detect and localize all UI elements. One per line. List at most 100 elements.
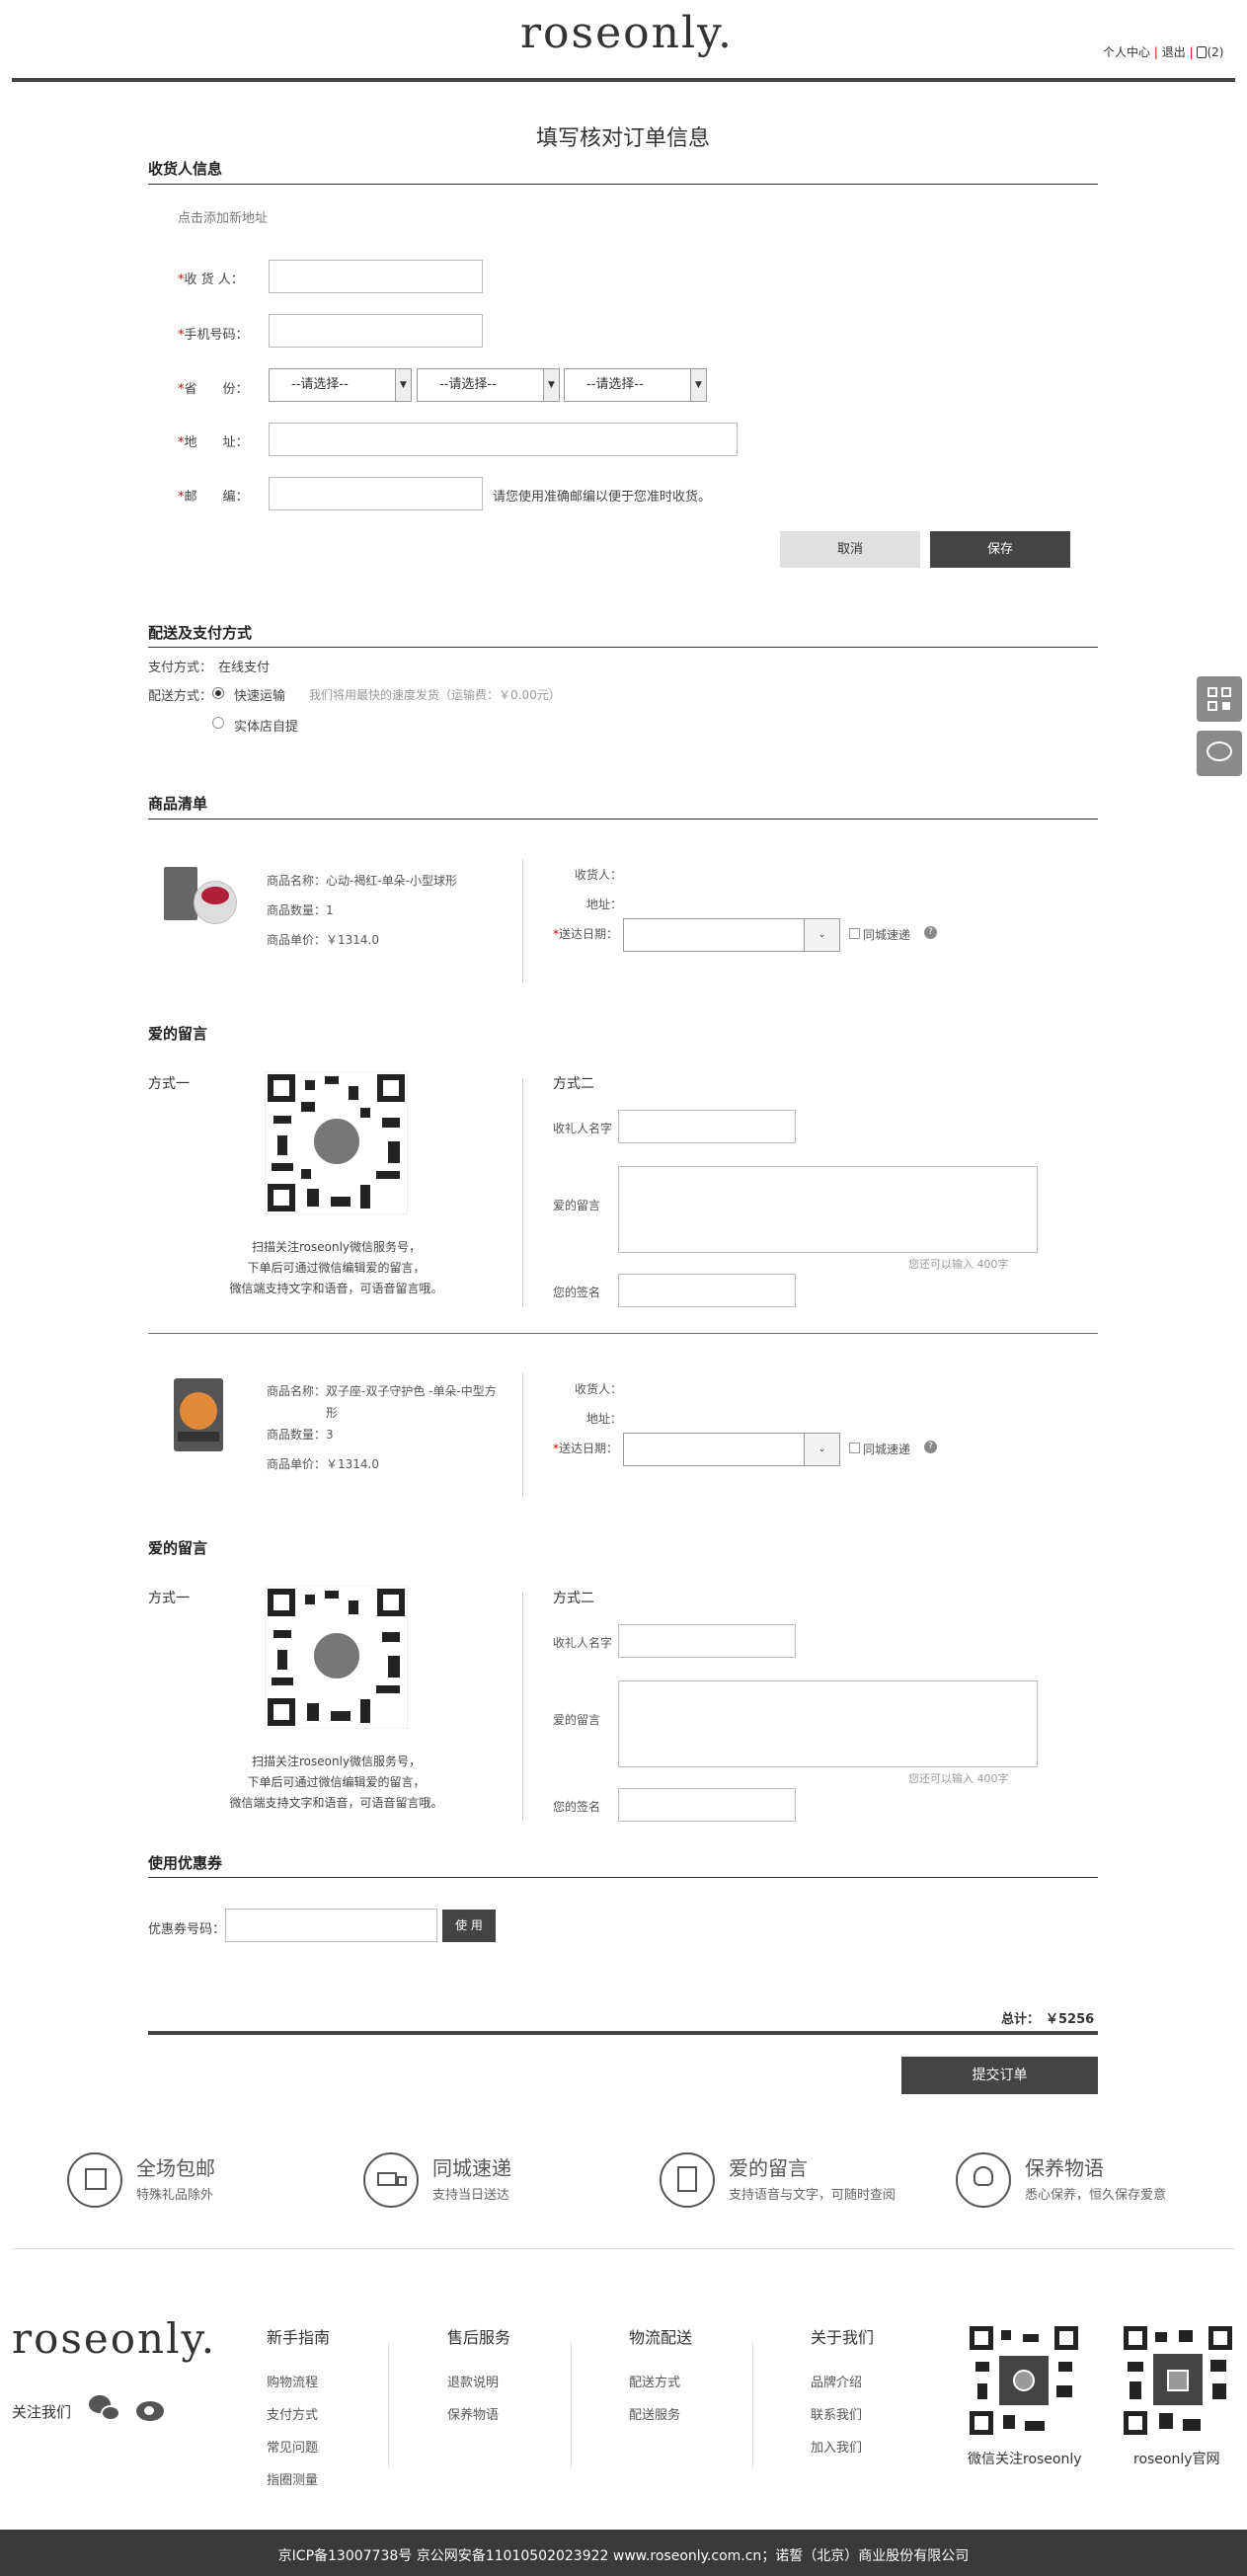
feature-title: 全场包邮 [136,2156,215,2180]
use-coupon-button[interactable]: 使 用 [442,1910,496,1942]
love-message-textarea[interactable] [618,1680,1038,1767]
weibo-icon[interactable] [134,2393,168,2423]
footer-column-title: 新手指南 [267,2328,331,2347]
wechat-follow-qr-code [970,2326,1078,2435]
footer-link[interactable]: 支付方式 [267,2404,330,2423]
qr-caption: 微信关注roseonly [968,2452,1082,2467]
signature-label: 您的签名 [553,1800,601,1814]
wechat-icon[interactable] [89,2395,122,2423]
footer-link[interactable]: 保养物语 [447,2404,510,2423]
box-icon [67,2152,122,2208]
submit-order-button[interactable]: 提交订单 [901,2057,1098,2094]
product-name[interactable]: 商品名称：心动-褐红-单朵-小型球形 [267,866,457,896]
save-button[interactable]: 保存 [930,531,1070,568]
address-label: *地 址： [178,435,249,450]
province-select[interactable]: --请选择-- ▼ [269,368,412,402]
product-image[interactable] [158,1374,241,1457]
same-city-label: 同城速递 [863,1443,911,1456]
express-radio[interactable] [212,687,224,699]
note-icon [660,2152,715,2208]
chevron-down-icon: ▼ [395,369,411,401]
coupon-section-title: 使用优惠券 [148,1854,223,1872]
footer-link[interactable]: 加入我们 [811,2437,874,2456]
address-label: 地址： [586,1412,623,1426]
city-select[interactable]: --请选择-- ▼ [417,368,560,402]
same-city-checkbox[interactable] [849,928,860,939]
rose-logo-icon [311,1630,362,1681]
feature-subtitle: 特殊礼品除外 [136,2188,214,2203]
logout-link[interactable]: 退出 [1162,45,1186,59]
feature-subtitle: 支持语音与文字，可随时查阅 [729,2188,896,2203]
phone-label: *手机号码： [178,328,249,343]
method-two-label: 方式二 [553,1076,594,1092]
help-icon[interactable]: ? [924,926,937,939]
coupon-label: 优惠券号码： [148,1922,226,1937]
coupon-input[interactable] [225,1909,437,1942]
product-price: 商品单价：￥1314.0 [267,933,379,947]
district-select[interactable]: --请选择-- ▼ [564,368,707,402]
recipient-name-label: 收礼人名字 [553,1122,613,1135]
phone-input[interactable] [269,314,483,348]
pay-method: 支付方式： 在线支付 [148,661,271,675]
zip-input[interactable] [269,477,483,510]
delivery-section-title: 配送及支付方式 [148,624,253,642]
item-separator [148,1333,1098,1334]
chevron-down-icon: ▼ [543,369,559,401]
footer-link[interactable]: 指圈测量 [267,2469,330,2488]
same-city-checkbox[interactable] [849,1443,860,1453]
header-rule [12,78,1235,82]
footer-link[interactable]: 配送服务 [629,2404,692,2423]
chevron-down-icon: ⌄ [804,1434,839,1465]
nav-divider: | [1189,45,1194,59]
express-note: 我们将用最快的速度发货（运输费：￥0.00元） [309,688,561,702]
footer-link[interactable]: 配送方式 [629,2372,692,2390]
recipient-name-input[interactable] [618,1110,796,1143]
header-nav: 个人中心 | 退出 | (2) [1103,43,1223,60]
signature-label: 您的签名 [553,1286,601,1299]
vertical-divider [522,1078,523,1307]
footer-link[interactable]: 购物流程 [267,2372,330,2390]
express-label: 快速运输 [234,689,286,704]
method-two-label: 方式二 [553,1591,594,1606]
cart-icon[interactable] [1197,46,1208,58]
qrcode-icon [1208,687,1231,711]
receiver-name-input[interactable] [269,260,483,293]
website-qr-code [1124,2326,1232,2435]
signature-input[interactable] [618,1788,796,1822]
qr-code-float-button[interactable] [1197,676,1242,722]
cancel-button[interactable]: 取消 [780,531,920,568]
delivery-date-select[interactable]: ⌄ [623,1433,840,1466]
receiver-label: 收货人： [575,868,623,882]
chat-float-button[interactable] [1197,731,1242,776]
footer-link[interactable]: 退款说明 [447,2372,510,2390]
footer-link[interactable]: 常见问题 [267,2437,330,2456]
product-image[interactable] [158,861,241,934]
char-remaining: 您还可以输入 400字 [908,1772,1009,1785]
receiver-label: 收货人： [575,1382,623,1396]
qr-caption: roseonly官网 [1133,2452,1220,2467]
delivery-date-select[interactable]: ⌄ [623,918,840,952]
scan-instructions: 扫描关注roseonly微信服务号， 下单后可通过微信编辑爱的留言， 微信端支持… [229,1240,443,1295]
footer-link[interactable]: 联系我们 [811,2404,874,2423]
love-message-textarea[interactable] [618,1166,1038,1253]
truck-icon [363,2152,419,2208]
signature-input[interactable] [618,1274,796,1307]
footer-column-title: 物流配送 [629,2328,693,2347]
site-logo[interactable]: roseonly. [520,8,734,58]
help-icon[interactable]: ? [924,1441,937,1453]
personal-center-link[interactable]: 个人中心 [1103,45,1150,59]
feature-subtitle: 支持当日送达 [432,2188,510,2203]
address-input[interactable] [269,423,738,456]
product-name[interactable]: 商品名称：双子座-双子守护色 -单朵-中型方 [267,1380,497,1402]
page-title: 填写核对订单信息 [536,126,711,151]
vertical-divider [522,1372,523,1498]
features-rule [12,2248,1235,2249]
recipient-name-input[interactable] [618,1624,796,1658]
footer-column: 物流配送 配送方式 配送服务 [629,2324,692,2423]
footer-logo[interactable]: roseonly. [12,2314,216,2363]
add-address-link[interactable]: 点击添加新地址 [178,207,268,226]
pickup-radio[interactable] [212,717,224,729]
cart-count[interactable]: (2) [1207,45,1223,59]
recipient-name-label: 收礼人名字 [553,1636,613,1650]
footer-link[interactable]: 品牌介绍 [811,2372,874,2390]
